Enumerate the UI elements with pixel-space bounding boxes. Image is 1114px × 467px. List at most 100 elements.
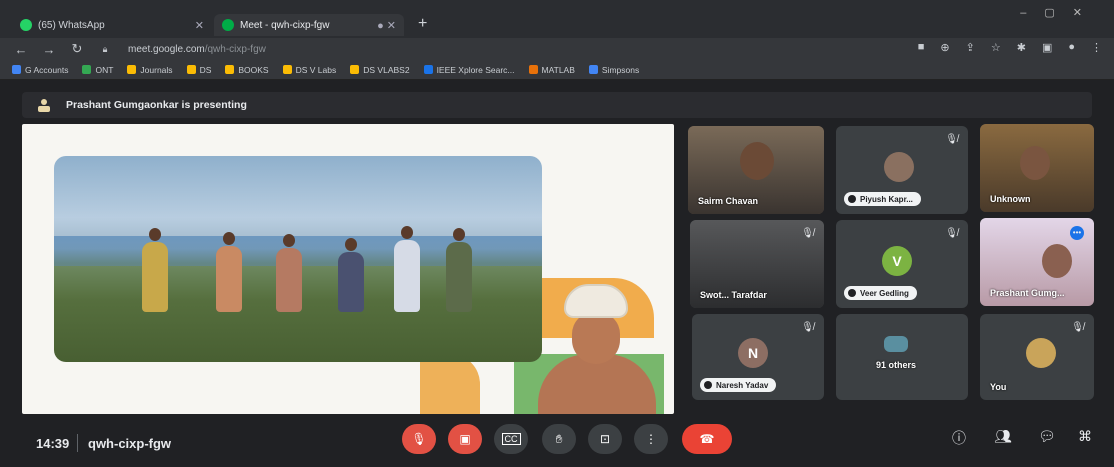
close-tab-icon[interactable]: ✕ <box>195 19 204 32</box>
raise-hand-button[interactable]: ✋︎ <box>542 424 576 454</box>
participant-tile[interactable]: Unknown <box>980 124 1094 212</box>
sidebar-icon[interactable]: ▣ <box>1042 41 1052 54</box>
hand-icon: ✋︎ <box>555 431 563 446</box>
participant-face <box>1020 146 1050 180</box>
camera-icon[interactable]: ■ <box>918 41 925 54</box>
end-call-button[interactable]: ☎︎ <box>682 424 732 454</box>
bookmark-item[interactable]: DS VLABS2 <box>350 64 410 75</box>
meet-icon <box>222 19 234 31</box>
window-controls[interactable]: –▢✕ <box>1020 6 1100 19</box>
others-tile[interactable]: 91 others <box>836 314 968 400</box>
mic-off-icon: 🎙︎ <box>411 432 427 446</box>
close-tab-icon[interactable]: ● ✕ <box>377 19 396 32</box>
photo-person <box>276 234 302 312</box>
divider <box>77 434 78 452</box>
participant-avatar <box>884 152 914 182</box>
participant-name: Unknown <box>990 194 1031 204</box>
bookmark-item[interactable]: IEEE Xplore Searc... <box>423 65 515 75</box>
more-vert-icon: ⋮ <box>645 432 657 446</box>
participant-avatar: V <box>882 246 912 276</box>
participant-tile[interactable]: 🎙︎̸ N Naresh Yadav <box>692 314 824 400</box>
extensions-icon[interactable]: ✱ <box>1017 41 1026 54</box>
participant-avatar: N <box>738 338 768 368</box>
participant-tile[interactable]: 🎙︎̸ Piyush Kapr... <box>836 126 968 214</box>
participant-face <box>740 142 774 180</box>
camera-toggle-button[interactable]: ▣ <box>448 424 482 454</box>
slide-photo <box>54 156 542 362</box>
photo-person <box>216 232 242 312</box>
bookmark-icon <box>528 65 538 74</box>
bookmark-item[interactable]: G Accounts <box>12 65 68 75</box>
captions-button[interactable]: CC <box>494 424 528 454</box>
menu-icon[interactable]: ⋮ <box>1091 41 1102 54</box>
bookmark-label: G Accounts <box>25 64 69 75</box>
bookmark-icon <box>588 65 598 74</box>
bookmark-item[interactable]: DS <box>186 65 211 75</box>
self-tile[interactable]: 🎙︎̸ You <box>980 314 1094 400</box>
browser-tab-bar: (65) WhatsApp ✕ Meet - qwh-cixp-fgw ● ✕ … <box>0 0 1114 38</box>
zoom-icon[interactable]: ⊕ <box>940 41 949 54</box>
present-screen-icon: ⊡ <box>599 432 611 446</box>
tab-title: Meet - qwh-cixp-fgw <box>240 19 330 31</box>
mic-off-icon: 🎙︎̸ <box>801 228 814 239</box>
present-button[interactable]: ⊡ <box>588 424 622 454</box>
bookmark-label: DS VLABS2 <box>363 64 410 75</box>
more-options-button[interactable]: ⋮ <box>634 424 668 454</box>
bookmark-label: MATLAB <box>541 64 575 75</box>
self-avatar <box>1026 338 1056 368</box>
url-field[interactable]: meet.google.com/qwh-cixp-fgw <box>128 44 266 55</box>
participant-name: Swot... Tarafdar <box>700 290 767 300</box>
bookmark-icon <box>82 65 92 74</box>
presenting-text: Prashant Gumgaonkar is presenting <box>66 99 247 111</box>
bookmark-item[interactable]: BOOKS <box>225 64 269 75</box>
back-icon[interactable]: ← <box>14 42 28 57</box>
bookmark-item[interactable]: DS V Labs <box>282 64 337 75</box>
meeting-time: 14:39 <box>36 436 70 451</box>
bookmark-item[interactable]: Journals <box>127 65 173 75</box>
tab-whatsapp[interactable]: (65) WhatsApp ✕ <box>12 14 212 36</box>
info-icon[interactable]: ⓘ <box>952 428 966 448</box>
toolbar-icons: ■ ⊕ ⇪ ☆ ✱ ▣ ● ⋮ <box>918 41 1102 54</box>
lock-icon[interactable]: 🔒︎ <box>98 44 112 55</box>
forward-icon[interactable]: → <box>42 42 56 57</box>
slide-portrait <box>538 284 656 414</box>
bookmark-icon <box>127 65 137 74</box>
mic-off-icon: 🎙︎̸ <box>1071 322 1084 333</box>
reload-icon[interactable]: ↻ <box>70 41 84 57</box>
address-bar: ← → ↻ 🔒︎ meet.google.com/qwh-cixp-fgw ■ … <box>0 38 1114 60</box>
share-icon[interactable]: ⇪ <box>966 41 975 54</box>
camera-off-icon: ▣ <box>459 432 471 446</box>
mic-off-icon: 🎙︎̸ <box>945 228 958 239</box>
mic-off-icon: 🎙︎̸ <box>801 322 814 333</box>
activities-icon[interactable]: ⌘ <box>1078 428 1092 445</box>
captions-icon: CC <box>501 433 521 445</box>
bookmark-icon <box>350 65 360 74</box>
speaking-icon: ••• <box>1070 226 1084 240</box>
participant-tile[interactable]: ••• Prashant Gumg... <box>980 218 1094 306</box>
star-icon[interactable]: ☆ <box>991 41 1001 54</box>
whatsapp-icon <box>20 19 32 31</box>
bookmark-item[interactable]: ONT <box>82 65 113 75</box>
profile-avatar[interactable]: ● <box>1068 41 1075 54</box>
participant-name: Prashant Gumg... <box>990 288 1065 298</box>
bookmark-icon <box>282 65 292 74</box>
chat-icon[interactable]: 💬︎ <box>1038 428 1056 445</box>
bookmark-label: BOOKS <box>238 64 269 75</box>
mic-toggle-button[interactable]: 🎙︎ <box>402 424 436 454</box>
participant-name: Sairm Chavan <box>698 196 759 206</box>
participant-tile[interactable]: 🎙︎̸ Swot... Tarafdar <box>690 220 824 308</box>
bookmark-item[interactable]: MATLAB <box>528 64 575 75</box>
bookmark-label: ONT <box>95 64 114 75</box>
participant-name-chip: Piyush Kapr... <box>844 192 921 206</box>
participant-tile[interactable]: 🎙︎̸ V Veer Gedling <box>836 220 968 308</box>
photo-person <box>142 228 168 312</box>
bookmark-label: DS V Labs <box>295 64 337 75</box>
bookmark-item[interactable]: Simpsons <box>588 64 640 75</box>
participant-tile[interactable]: Sairm Chavan <box>688 126 824 214</box>
photo-person <box>338 238 364 312</box>
people-icon[interactable]: 👥︎ <box>994 428 1012 445</box>
new-tab-button[interactable]: + <box>418 15 427 33</box>
bookmark-label: Simpsons <box>601 64 640 75</box>
presentation-banner: Prashant Gumgaonkar is presenting <box>22 92 1092 118</box>
tab-meet[interactable]: Meet - qwh-cixp-fgw ● ✕ <box>214 14 404 36</box>
